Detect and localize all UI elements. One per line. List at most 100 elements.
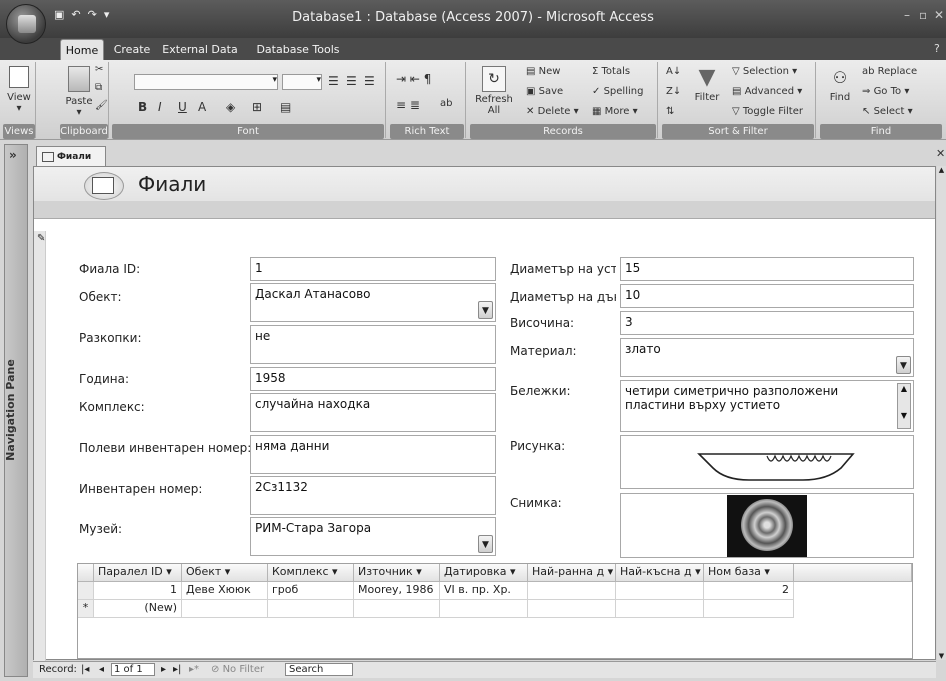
scroll-down-icon[interactable]: ▼	[898, 411, 910, 420]
toggle-filter-button[interactable]: ▽ Toggle Filter	[732, 106, 803, 117]
refresh-all-button[interactable]: ↻ Refresh All	[474, 64, 514, 116]
field-risunka[interactable]	[620, 435, 914, 489]
fill-color-icon[interactable]: ◈	[226, 100, 235, 114]
view-button[interactable]: View ▾	[4, 64, 34, 114]
scroll-up-icon[interactable]: ▲	[898, 384, 910, 393]
field-snimka[interactable]	[620, 493, 914, 558]
table-cell[interactable]	[354, 600, 440, 618]
column-header[interactable]: Обект ▾	[182, 564, 268, 582]
scroll-down-icon[interactable]: ▼	[937, 652, 946, 660]
table-cell[interactable]	[616, 582, 704, 600]
column-header[interactable]: Комплекс ▾	[268, 564, 354, 582]
field-razkopki[interactable]: не	[250, 325, 496, 364]
tab-home[interactable]: Home	[60, 39, 104, 60]
field-godina[interactable]: 1958	[250, 367, 496, 391]
help-icon[interactable]: ?	[934, 42, 940, 55]
filter-button[interactable]: ▼ Filter	[690, 64, 724, 103]
clear-sort-icon[interactable]: ⇅	[666, 106, 674, 117]
no-filter-button[interactable]: ⊘ No Filter	[211, 664, 264, 675]
table-cell[interactable]: Деве Хююк	[182, 582, 268, 600]
scroll-up-icon[interactable]: ▲	[937, 166, 946, 174]
alt-fill-icon[interactable]: ▤	[280, 100, 291, 114]
table-cell[interactable]: 1	[94, 582, 182, 600]
paste-button[interactable]: Paste ▾	[61, 64, 97, 118]
gridlines-icon[interactable]: ⊞	[252, 100, 262, 114]
field-muzei[interactable]: РИМ-Стара Загора ▼	[250, 517, 496, 556]
field-belezhki[interactable]: четири симетрично разположени пластини в…	[620, 380, 914, 432]
tab-database-tools[interactable]: Database Tools	[252, 39, 344, 60]
bold-button[interactable]: B	[138, 100, 147, 114]
select-button[interactable]: ↖ Select ▾	[862, 106, 913, 117]
field-kompleks[interactable]: случайна находка	[250, 393, 496, 432]
maximize-icon[interactable]: ▫	[919, 8, 927, 22]
row-selector[interactable]	[78, 582, 94, 600]
underline-button[interactable]: U	[178, 100, 187, 114]
indent-icon[interactable]: ⇥ ⇤ ¶	[396, 72, 431, 86]
copy-icon[interactable]: ⧉	[95, 82, 102, 93]
form-vertical-scrollbar[interactable]: ▲ ▼	[937, 166, 946, 660]
column-header[interactable]: Ном база ▾	[704, 564, 794, 582]
chevron-down-icon[interactable]: ▼	[478, 301, 493, 319]
format-painter-icon[interactable]: 🖌	[95, 100, 108, 111]
field-diametar-duno[interactable]: 10	[620, 284, 914, 308]
table-cell[interactable]	[528, 582, 616, 600]
new-record-icon[interactable]: ▸*	[189, 664, 199, 675]
totals-button[interactable]: Σ Totals	[592, 66, 630, 77]
new-record-button[interactable]: ▤ New	[526, 66, 560, 77]
notes-scrollbar[interactable]: ▲ ▼	[897, 383, 911, 429]
tab-external-data[interactable]: External Data	[160, 39, 240, 60]
align-left-icon[interactable]: ☰	[328, 74, 339, 88]
table-cell[interactable]	[528, 600, 616, 618]
previous-record-icon[interactable]: ◂	[99, 664, 104, 675]
new-row-cell[interactable]: (New)	[94, 600, 182, 618]
table-cell[interactable]	[704, 600, 794, 618]
table-cell[interactable]: 2	[704, 582, 794, 600]
field-inv-nomer[interactable]: 2Сз1132	[250, 476, 496, 515]
field-material[interactable]: злато ▼	[620, 338, 914, 377]
field-fiala-id[interactable]: 1	[250, 257, 496, 281]
font-color-button[interactable]: A	[198, 100, 206, 114]
field-obekt[interactable]: Даскал Атанасово ▼	[250, 283, 496, 322]
table-cell[interactable]: гроб	[268, 582, 354, 600]
align-center-icon[interactable]: ☰	[346, 74, 357, 88]
table-cell[interactable]	[182, 600, 268, 618]
field-diametar-usti[interactable]: 15	[620, 257, 914, 281]
first-record-icon[interactable]: |◂	[81, 664, 89, 675]
goto-button[interactable]: ⇒ Go To ▾	[862, 86, 909, 97]
document-tab[interactable]: Фиали	[36, 146, 106, 166]
last-record-icon[interactable]: ▸|	[173, 664, 181, 675]
list-icon[interactable]: ≡ ≣	[396, 98, 420, 112]
office-button[interactable]	[6, 4, 46, 44]
field-visochina[interactable]: 3	[620, 311, 914, 335]
table-cell[interactable]: Moorey, 1986	[354, 582, 440, 600]
delete-record-button[interactable]: ✕ Delete ▾	[526, 106, 579, 117]
align-right-icon[interactable]: ☰	[364, 74, 375, 88]
new-row-marker[interactable]: *	[78, 600, 94, 618]
search-input[interactable]: Search	[285, 663, 353, 676]
tab-create[interactable]: Create	[110, 39, 154, 60]
next-record-icon[interactable]: ▸	[161, 664, 166, 675]
field-polevi-inv-nomer[interactable]: няма данни	[250, 435, 496, 474]
italic-button[interactable]: I	[158, 100, 162, 114]
cut-icon[interactable]: ✂	[95, 64, 103, 75]
sort-ascending-icon[interactable]: A↓	[666, 66, 681, 77]
spelling-button[interactable]: ✓ Spelling	[592, 86, 643, 97]
save-record-button[interactable]: ▣ Save	[526, 86, 563, 97]
chevron-down-icon[interactable]: ▼	[478, 535, 493, 553]
table-cell[interactable]	[268, 600, 354, 618]
more-button[interactable]: ▦ More ▾	[592, 106, 638, 117]
column-header[interactable]: Източник ▾	[354, 564, 440, 582]
close-document-icon[interactable]: ✕	[936, 147, 945, 160]
table-cell[interactable]: VI в. пр. Хр.	[440, 582, 528, 600]
column-header[interactable]: Паралел ID ▾	[94, 564, 182, 582]
record-selector[interactable]	[34, 231, 46, 663]
column-header[interactable]: Датировка ▾	[440, 564, 528, 582]
column-header[interactable]: Най-късна д ▾	[616, 564, 704, 582]
table-cell[interactable]	[616, 600, 704, 618]
column-header[interactable]: Най-ранна д ▾	[528, 564, 616, 582]
selection-button[interactable]: ▽ Selection ▾	[732, 66, 797, 77]
font-name-dropdown[interactable]: ▾	[134, 74, 278, 90]
select-all-corner[interactable]	[78, 564, 94, 582]
replace-button[interactable]: ab Replace	[862, 66, 917, 77]
highlight-button[interactable]: ab	[440, 98, 452, 109]
